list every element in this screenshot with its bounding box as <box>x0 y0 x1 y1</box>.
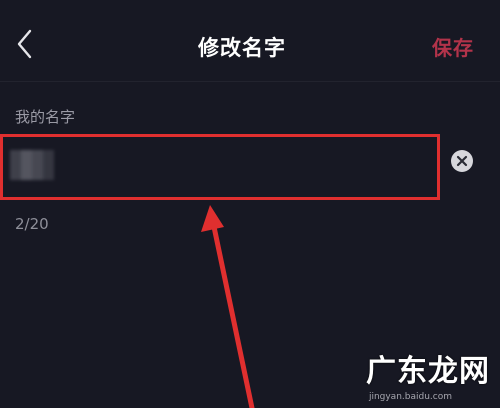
character-count: 2/20 <box>15 215 49 233</box>
highlight-box <box>0 134 440 200</box>
save-button[interactable]: 保存 <box>432 32 474 61</box>
clear-button[interactable] <box>451 150 473 172</box>
close-icon <box>456 155 468 167</box>
page-title: 修改名字 <box>198 36 286 60</box>
watermark: 广东龙网 jingyan.baidu.com <box>340 346 490 402</box>
nav-bar: 修改名字 保存 <box>0 0 500 82</box>
name-label: 我的名字 <box>15 108 76 126</box>
watermark-text: 广东龙网 <box>366 354 490 389</box>
edit-name-screen: 修改名字 保存 我的名字 2/20 广东龙网 jingyan.baidu.com <box>0 0 500 408</box>
divider <box>0 81 500 82</box>
watermark-url: jingyan.baidu.com <box>368 392 452 402</box>
